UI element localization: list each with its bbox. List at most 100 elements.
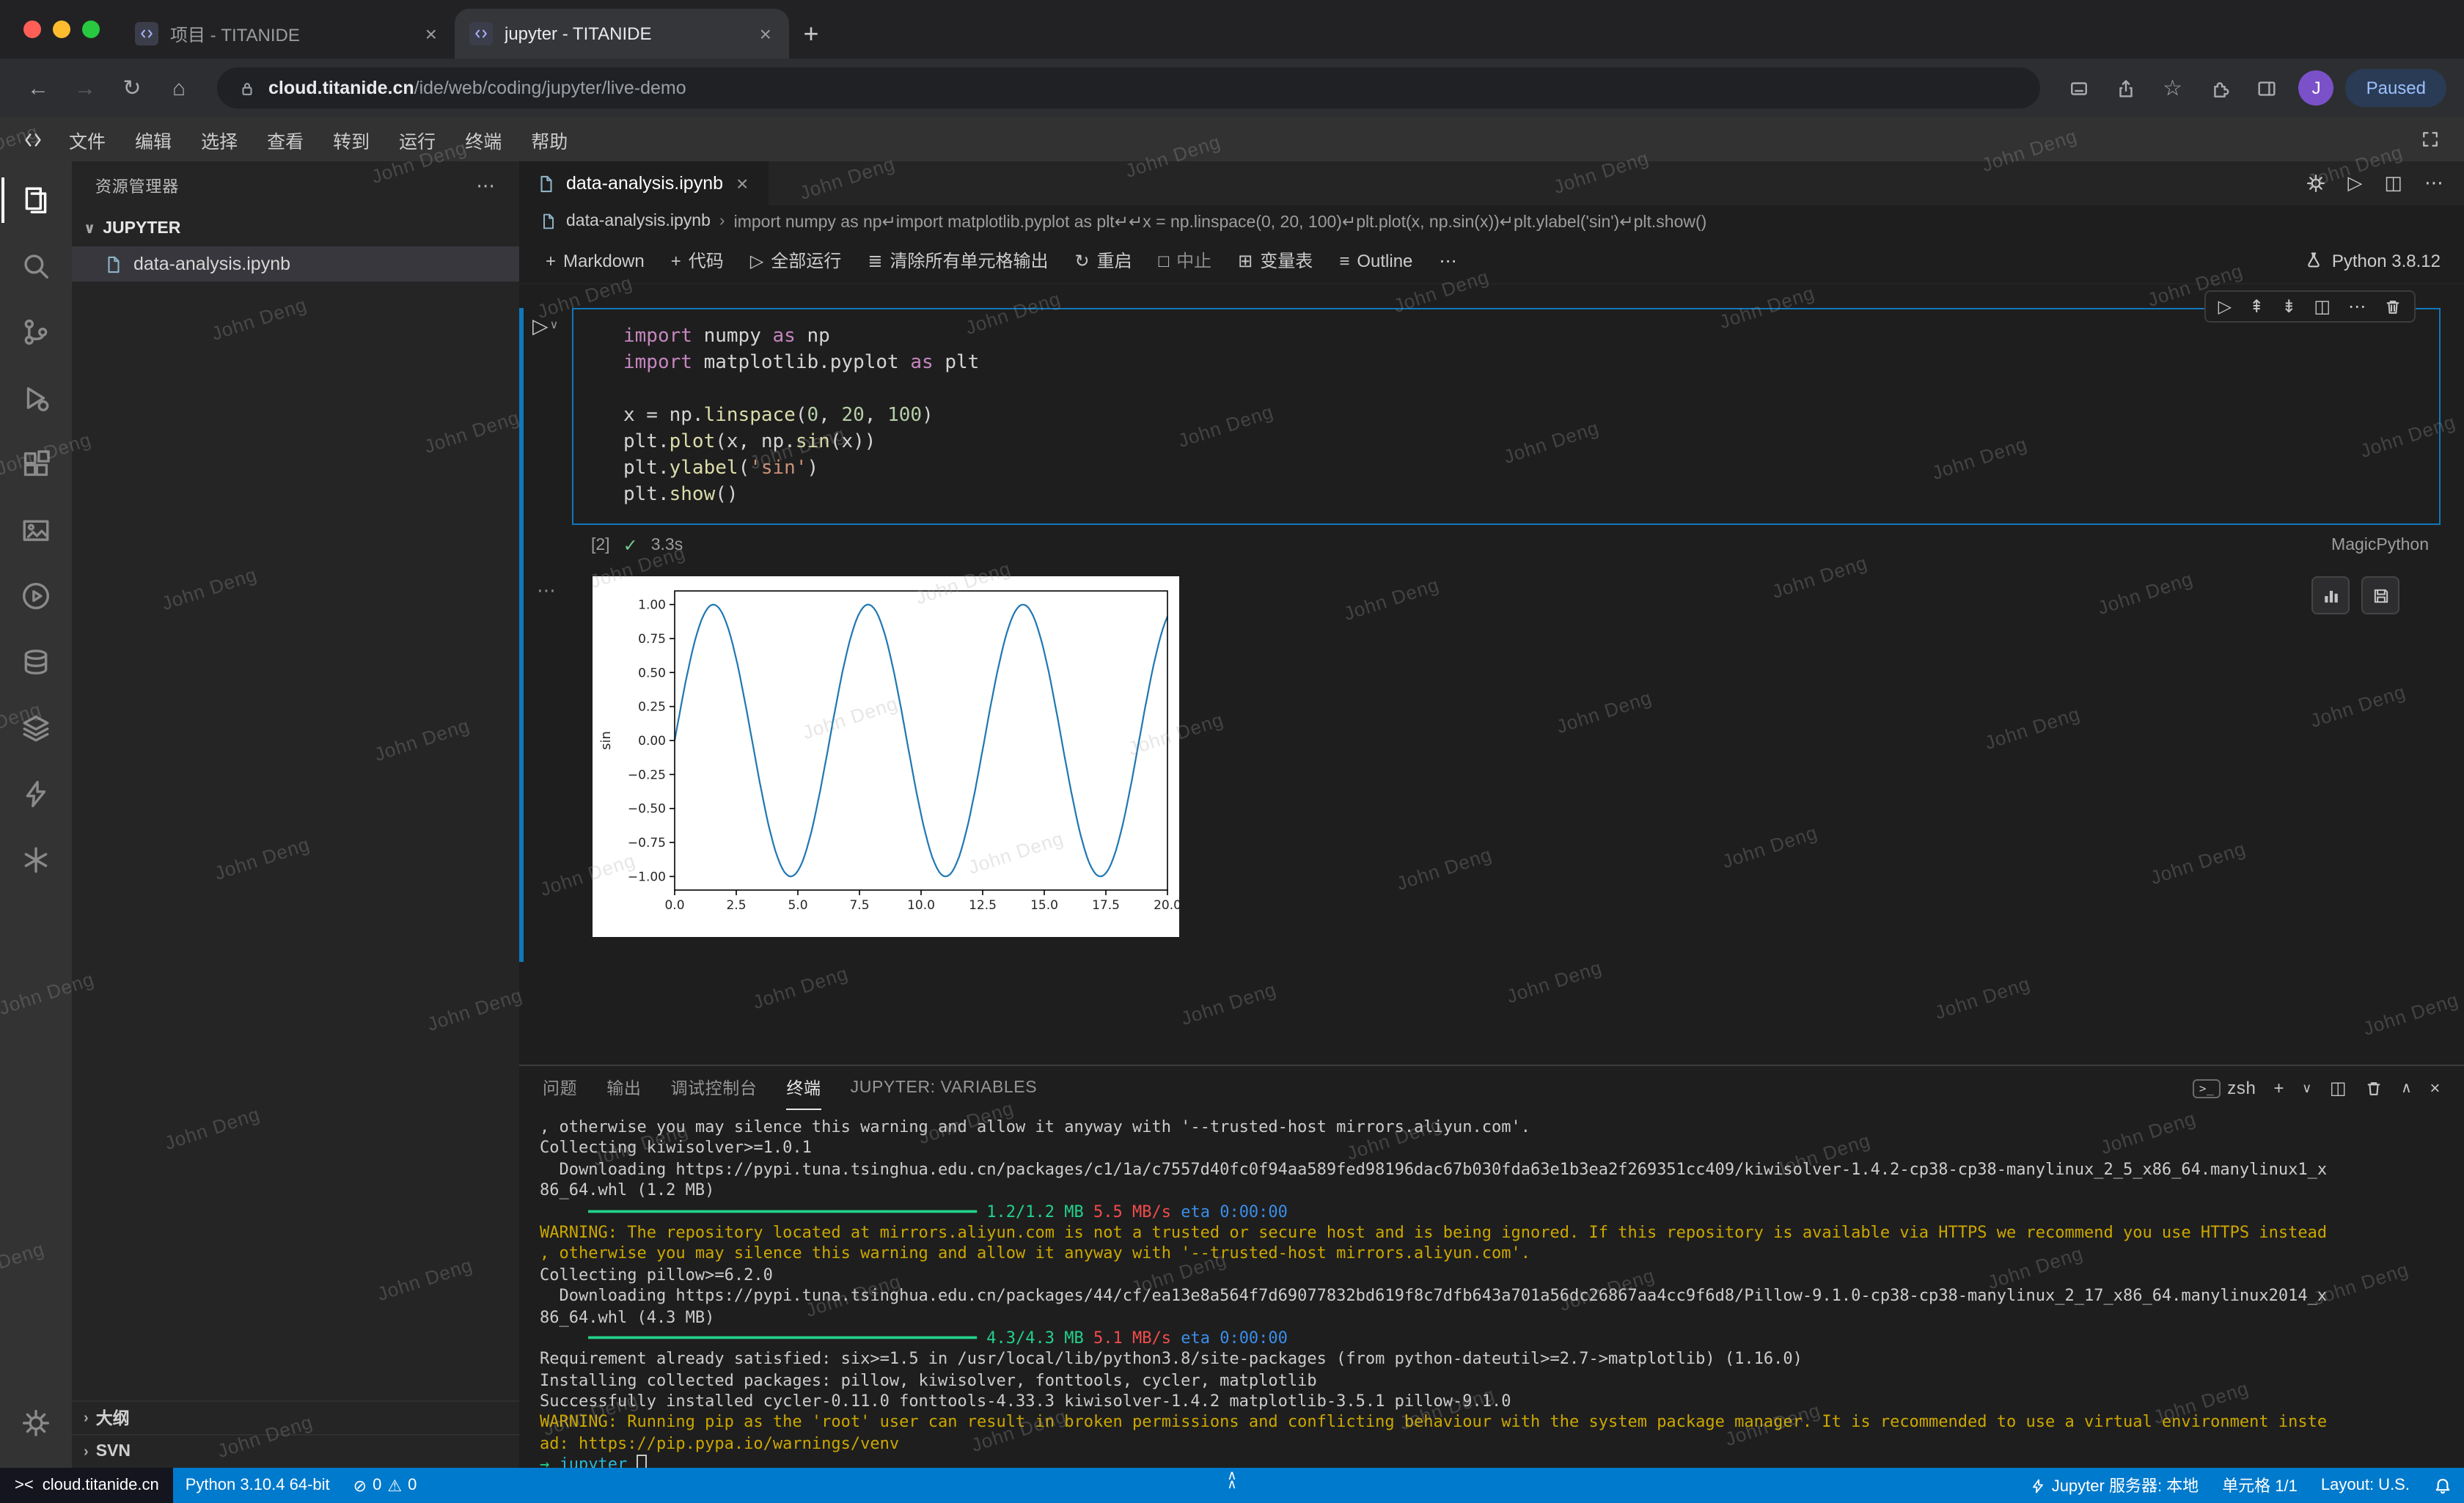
menu-item-terminal[interactable]: 终端: [452, 120, 515, 159]
profile-avatar[interactable]: J: [2299, 70, 2334, 106]
outline-button[interactable]: ≡Outline: [1327, 246, 1424, 275]
editor-more-icon[interactable]: ⋯: [2424, 172, 2443, 195]
save-output-icon[interactable]: [2361, 576, 2399, 614]
activity-plugin-icon[interactable]: [1, 827, 71, 893]
kernel-picker[interactable]: Python 3.8.12: [2304, 250, 2449, 271]
change-presentation-icon[interactable]: [2311, 576, 2350, 614]
home-button[interactable]: ⌂: [158, 67, 199, 109]
extensions-puzzle-icon[interactable]: [2199, 67, 2240, 109]
capture-icon[interactable]: [2058, 67, 2100, 109]
python-interpreter[interactable]: Python 3.10.4 64-bit: [174, 1477, 342, 1494]
share-icon[interactable]: [2105, 67, 2146, 109]
interrupt-button[interactable]: □中止: [1147, 243, 1224, 277]
sidebar-section-svn[interactable]: › SVN: [72, 1434, 519, 1468]
output-options-icon[interactable]: ⋯: [537, 579, 556, 603]
new-tab-button[interactable]: +: [789, 12, 833, 56]
tab-close-icon[interactable]: ×: [757, 22, 774, 45]
remote-indicator[interactable]: >< cloud.titanide.cn: [0, 1468, 174, 1503]
sidebar-section-outline[interactable]: › 大纲: [72, 1400, 519, 1434]
kill-terminal-icon[interactable]: [2364, 1078, 2383, 1098]
fullscreen-icon[interactable]: [2420, 129, 2452, 150]
sidebar-item-notebook[interactable]: data-analysis.ipynb: [72, 246, 519, 282]
tab-problems[interactable]: 问题: [543, 1066, 577, 1110]
settings-gear-icon[interactable]: [1, 1390, 71, 1456]
jupyter-server-status[interactable]: Jupyter 服务器: 本地: [2018, 1474, 2211, 1497]
tab-jupyter-variables[interactable]: JUPYTER: VARIABLES: [851, 1066, 1038, 1110]
add-markdown-button[interactable]: +Markdown: [534, 246, 656, 275]
activity-power-icon[interactable]: [1, 761, 71, 827]
sidebar-toggle-icon[interactable]: [2246, 67, 2287, 109]
editor-tab-notebook[interactable]: data-analysis.ipynb ×: [519, 161, 769, 205]
menu-item-go[interactable]: 转到: [320, 120, 383, 159]
breadcrumb[interactable]: data-analysis.ipynb › import numpy as np…: [519, 205, 2464, 238]
expand-panel-chevrons-icon[interactable]: ∧∧: [1227, 1471, 1236, 1488]
window-zoom-button[interactable]: [82, 21, 100, 38]
activity-database-icon[interactable]: [1, 629, 71, 695]
window-minimize-button[interactable]: [53, 21, 70, 38]
run-editor-icon[interactable]: ▷: [2347, 172, 2362, 195]
split-cell-icon[interactable]: ◫: [2314, 296, 2331, 317]
cell-code-editor[interactable]: import numpy as npimport matplotlib.pypl…: [623, 324, 2424, 509]
shell-selector[interactable]: >_ zsh: [2193, 1078, 2256, 1098]
activity-extensions-icon[interactable]: [1, 431, 71, 497]
activity-media-icon[interactable]: [1, 497, 71, 563]
editor-tab-close-icon[interactable]: ×: [733, 172, 751, 195]
breadcrumb-cell-content[interactable]: import numpy as np↵import matplotlib.pyp…: [734, 211, 1707, 232]
keyboard-layout[interactable]: Layout: U.S.: [2309, 1477, 2421, 1494]
menu-item-view[interactable]: 查看: [254, 120, 317, 159]
split-terminal-icon[interactable]: ◫: [2330, 1078, 2347, 1098]
reload-button[interactable]: ↻: [111, 67, 153, 109]
new-terminal-button[interactable]: +: [2273, 1078, 2284, 1098]
add-code-button[interactable]: +代码: [659, 243, 736, 277]
activity-run-debug-icon[interactable]: [1, 365, 71, 431]
menu-item-help[interactable]: 帮助: [518, 120, 581, 159]
delete-cell-icon[interactable]: [2383, 297, 2402, 316]
bookmark-star-icon[interactable]: ☆: [2152, 67, 2193, 109]
close-panel-icon[interactable]: ×: [2430, 1078, 2441, 1098]
cell-indicator[interactable]: 单元格 1/1: [2210, 1474, 2309, 1497]
window-close-button[interactable]: [23, 21, 41, 38]
variables-button[interactable]: ⊞变量表: [1226, 243, 1324, 277]
tab-debug-console[interactable]: 调试控制台: [670, 1066, 757, 1110]
terminal-profile-dropdown-icon[interactable]: ∨: [2302, 1080, 2312, 1096]
tab-close-icon[interactable]: ×: [422, 22, 440, 45]
menu-item-file[interactable]: 文件: [56, 120, 119, 159]
activity-source-control-icon[interactable]: [1, 299, 71, 365]
run-all-button[interactable]: ▷全部运行: [738, 243, 854, 277]
forward-button[interactable]: →: [65, 67, 106, 109]
execute-cell-icon[interactable]: ▷: [2218, 296, 2232, 317]
clear-outputs-button[interactable]: ≣清除所有单元格输出: [856, 243, 1060, 277]
activity-layers-icon[interactable]: [1, 695, 71, 761]
breadcrumb-file[interactable]: data-analysis.ipynb: [566, 213, 711, 230]
problems-summary[interactable]: ⊘ 0 ⚠ 0: [342, 1476, 429, 1495]
execute-above-icon[interactable]: ⇞: [2249, 296, 2264, 317]
activity-run-all-icon[interactable]: [1, 563, 71, 629]
sidebar-more-icon[interactable]: ⋯: [476, 174, 496, 198]
code-cell[interactable]: ▷ ⇞ ⇟ ◫ ⋯ import numpy as npimport matpl…: [572, 308, 2441, 525]
browser-tab-project[interactable]: 项目 - TITANIDE ×: [120, 9, 455, 59]
activity-search-icon[interactable]: [1, 233, 71, 299]
paused-button[interactable]: Paused: [2346, 69, 2446, 107]
menu-item-selection[interactable]: 选择: [188, 120, 251, 159]
menu-item-edit[interactable]: 编辑: [122, 120, 185, 159]
sidebar-section-jupyter[interactable]: ∨ JUPYTER: [72, 211, 519, 246]
toolbar-more-button[interactable]: ⋯: [1427, 246, 1468, 275]
tab-output[interactable]: 输出: [606, 1066, 641, 1110]
run-cell-button[interactable]: ▷ ∨: [532, 314, 558, 339]
back-button[interactable]: ←: [18, 67, 59, 109]
cell-language-picker[interactable]: MagicPython: [2331, 537, 2443, 554]
activity-explorer-icon[interactable]: [1, 167, 71, 233]
cell-more-actions-icon[interactable]: ⋯: [2348, 296, 2366, 317]
terminal-output[interactable]: , otherwise you may silence this warning…: [519, 1110, 2464, 1468]
notebook-settings-gear-icon[interactable]: [2305, 173, 2325, 194]
browser-tab-jupyter[interactable]: jupyter - TITANIDE ×: [455, 9, 789, 59]
app-logo-icon[interactable]: [12, 128, 53, 150]
maximize-panel-icon[interactable]: ∧: [2401, 1080, 2412, 1096]
menu-item-run[interactable]: 运行: [386, 120, 449, 159]
restart-button[interactable]: ↻重启: [1063, 243, 1143, 277]
execute-below-icon[interactable]: ⇟: [2281, 296, 2296, 317]
notifications-bell-icon[interactable]: [2421, 1476, 2464, 1495]
tab-terminal[interactable]: 终端: [786, 1066, 821, 1110]
split-editor-icon[interactable]: ◫: [2384, 172, 2402, 195]
address-bar[interactable]: cloud.titanide.cn/ide/web/coding/jupyter…: [217, 67, 2041, 109]
